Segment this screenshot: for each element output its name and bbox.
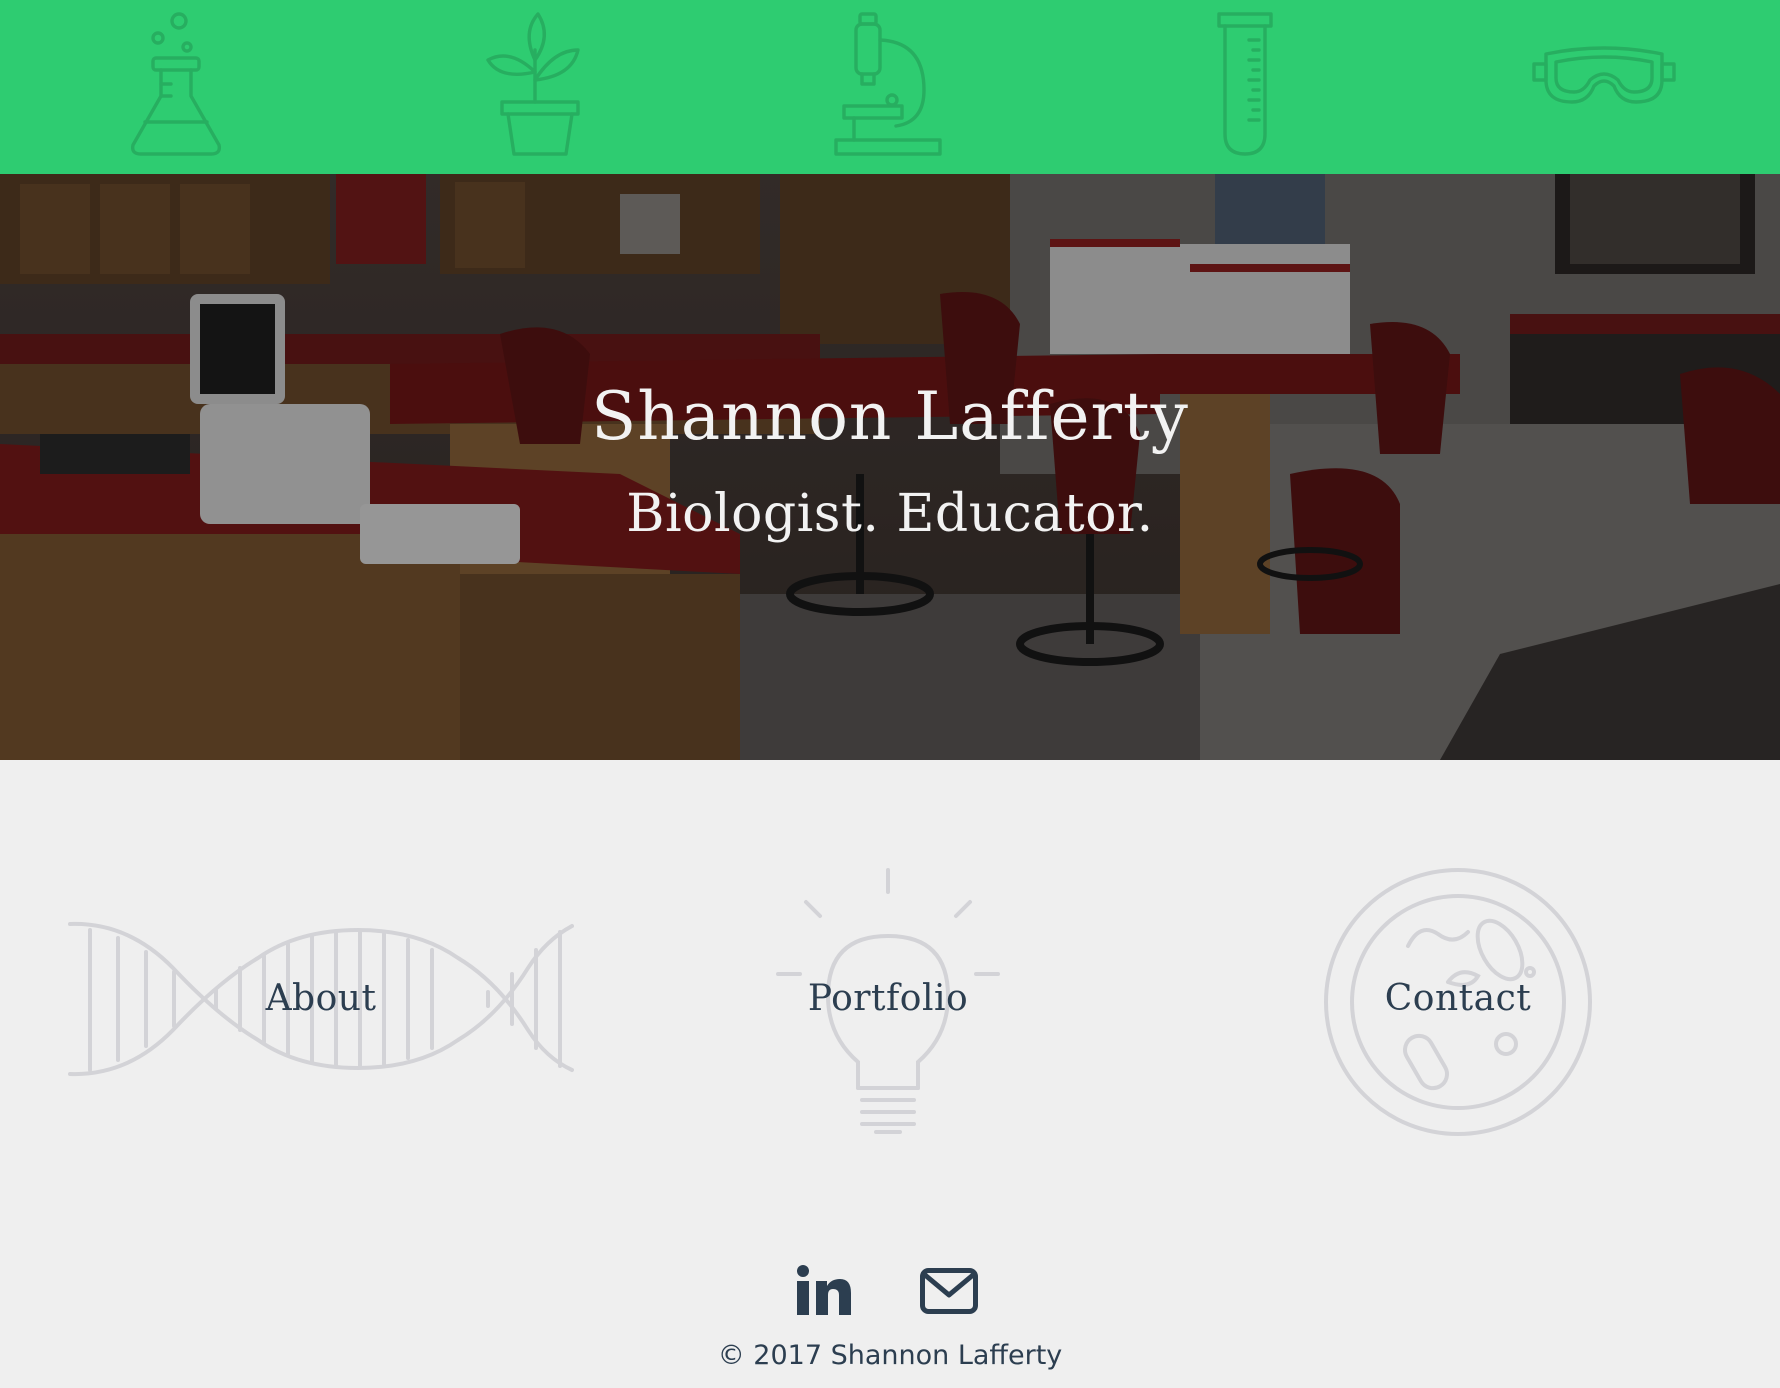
linkedin-icon — [797, 1265, 851, 1315]
hero-section: Shannon Lafferty Biologist. Educator. — [0, 174, 1780, 760]
nav-portfolio-link[interactable]: Portfolio — [768, 866, 1008, 1136]
flask-icon — [130, 12, 222, 156]
hero-subtitle: Biologist. Educator. — [626, 484, 1154, 544]
linkedin-link[interactable] — [796, 1264, 852, 1316]
hero-title: Shannon Lafferty — [591, 378, 1189, 455]
copyright-text: © 2017 Shannon Lafferty — [717, 1340, 1063, 1371]
nav-about-link[interactable]: About — [68, 920, 574, 1080]
hero-overlay — [0, 174, 1780, 760]
nav-contact-label: Contact — [1384, 978, 1532, 1019]
nav-portfolio-label: Portfolio — [807, 978, 969, 1019]
email-link[interactable] — [920, 1268, 978, 1314]
microscope-icon — [834, 12, 942, 156]
nav-contact-link[interactable]: Contact — [1320, 866, 1596, 1142]
header-banner — [0, 0, 1780, 174]
test-tube-icon — [1217, 12, 1273, 156]
nav-about-label: About — [265, 978, 377, 1019]
envelope-icon — [920, 1268, 978, 1314]
goggles-icon — [1532, 46, 1676, 104]
plant-icon — [486, 12, 580, 156]
